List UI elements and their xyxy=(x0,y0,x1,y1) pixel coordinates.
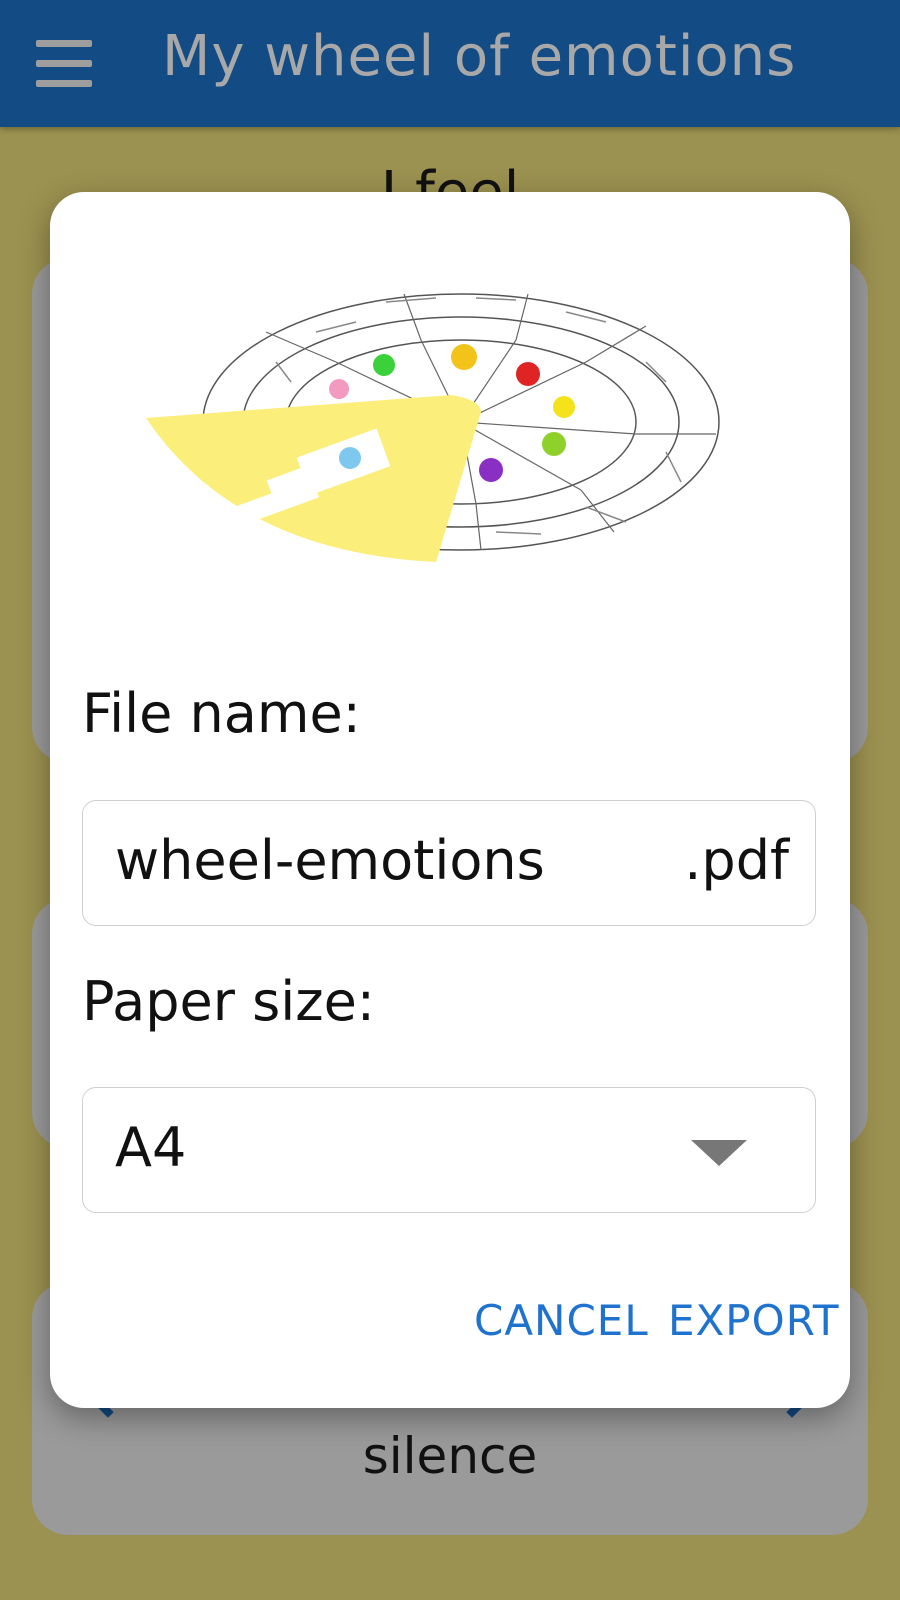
file-name-field[interactable]: .pdf xyxy=(82,800,816,926)
export-dialog: File name: .pdf Paper size: A4 CANCEL EX… xyxy=(50,192,850,1408)
menu-button[interactable] xyxy=(22,24,106,104)
hamburger-menu-icon-bar xyxy=(36,80,92,87)
file-name-label: File name: xyxy=(82,682,361,745)
emotion-wheel-preview xyxy=(146,293,720,562)
app-title: My wheel of emotions xyxy=(162,24,797,89)
export-button[interactable]: EXPORT xyxy=(668,1296,839,1345)
hamburger-menu-icon xyxy=(36,40,92,47)
file-name-input[interactable] xyxy=(115,829,635,892)
app-bar: My wheel of emotions xyxy=(0,0,900,127)
paper-size-label: Paper size: xyxy=(82,970,375,1033)
cancel-button[interactable]: CANCEL xyxy=(474,1296,649,1345)
hamburger-menu-icon-bar xyxy=(36,60,92,67)
paper-size-value: A4 xyxy=(115,1116,187,1179)
dropdown-arrow-icon xyxy=(691,1140,747,1166)
file-extension-suffix: .pdf xyxy=(684,829,789,892)
paper-size-select[interactable]: A4 xyxy=(82,1087,816,1213)
